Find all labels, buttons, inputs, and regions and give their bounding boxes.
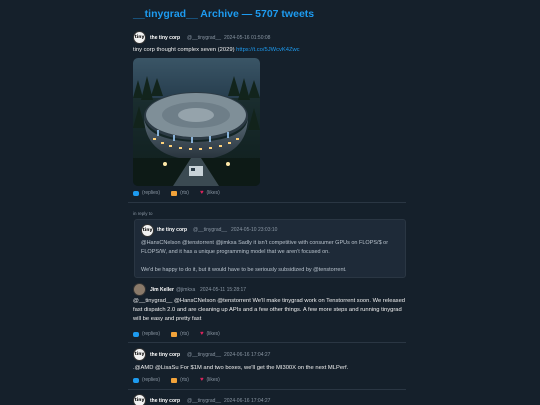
avatar[interactable]: tiny [141, 224, 154, 237]
replies-label: (replies) [142, 331, 161, 337]
speech-bubble-icon [133, 377, 139, 383]
author-handle[interactable]: @__tinygrad__ [193, 227, 227, 233]
timestamp[interactable]: 2024-06-16 17:04:27 [224, 398, 270, 404]
retweet-icon [171, 331, 178, 337]
speech-bubble-icon [133, 331, 139, 337]
rts-label: (rts) [180, 190, 189, 196]
page-title: __tinygrad__ Archive — 5707 tweets [133, 8, 315, 20]
avatar[interactable]: tiny [133, 31, 146, 44]
likes-label: (likes) [206, 331, 220, 337]
tweet-text: @__tinygrad__ @HansCNelson @tenstorrent … [133, 298, 406, 322]
retweet-button[interactable]: (rts) [171, 190, 189, 196]
author-handle[interactable]: @jimkxa [176, 287, 195, 293]
retweet-icon [171, 377, 178, 383]
rts-label: (rts) [180, 377, 189, 383]
like-button[interactable]: ♥ (likes) [199, 330, 220, 338]
author-handle[interactable]: @__tinygrad__ [187, 35, 221, 41]
retweet-button[interactable]: (rts) [171, 377, 189, 383]
replies-label: (replies) [142, 190, 161, 196]
datacenter-illustration [133, 58, 260, 186]
avatar[interactable]: tiny [133, 394, 146, 405]
author-handle[interactable]: @__tinygrad__ [187, 398, 221, 404]
author-name[interactable]: the tiny corp [150, 398, 180, 404]
likes-label: (likes) [206, 190, 220, 196]
reply-button[interactable]: (replies) [133, 190, 160, 196]
heart-icon: ♥ [199, 189, 204, 196]
reply-button[interactable]: (replies) [133, 331, 160, 337]
tweet-text: tiny corp thought complex seven (2029) h… [133, 46, 403, 55]
quoted-text: @HansCNelson @tenstorrent @jimkxa Sadly … [141, 240, 389, 255]
retweet-icon [171, 190, 178, 196]
tweet-text-body: tiny corp thought complex seven (2029) [133, 47, 237, 53]
timestamp[interactable]: 2024-06-16 17:04:27 [224, 352, 270, 358]
author-name[interactable]: the tiny corp [157, 227, 187, 233]
avatar[interactable]: tiny [133, 348, 146, 361]
replies-label: (replies) [142, 377, 161, 383]
timestamp[interactable]: 2024-05-16 01:50:08 [224, 35, 270, 41]
author-handle[interactable]: @__tinygrad__ [187, 352, 221, 358]
timestamp[interactable]: 2024-05-11 15:28:17 [200, 287, 246, 293]
tweet-text: .@AMD @LisaSu For $1M and two boxes, we'… [133, 365, 349, 371]
rts-label: (rts) [180, 331, 189, 337]
tweet-actions: (replies) (rts) ♥ (likes) [133, 331, 220, 337]
likes-label: (likes) [206, 377, 220, 383]
in-reply-label: in reply to [133, 211, 153, 216]
tweet-actions: (replies) (rts) ♥ (likes) [133, 190, 220, 196]
reply-button[interactable]: (replies) [133, 377, 160, 383]
tweet-image[interactable] [133, 58, 260, 186]
author-name[interactable]: Jim Keller [150, 287, 174, 293]
like-button[interactable]: ♥ (likes) [199, 189, 220, 197]
author-name[interactable]: the tiny corp [150, 35, 180, 41]
quoted-tweet[interactable]: tiny the tiny corp @__tinygrad__ 2024-05… [134, 219, 406, 278]
heart-icon: ♥ [199, 330, 204, 337]
archive-page: __tinygrad__ Archive — 5707 tweets tiny … [0, 0, 540, 405]
tweet-actions: (replies) (rts) ♥ (likes) [133, 377, 220, 383]
author-name[interactable]: the tiny corp [150, 352, 180, 358]
speech-bubble-icon [133, 190, 139, 196]
divider [128, 389, 406, 390]
tweet-link[interactable]: https://t.co/5JWcvK4Zwc [236, 47, 299, 53]
divider [128, 202, 406, 203]
retweet-button[interactable]: (rts) [171, 331, 189, 337]
divider [128, 342, 406, 343]
avatar[interactable] [133, 283, 146, 296]
timestamp[interactable]: 2024-05-10 23:03:10 [231, 227, 277, 233]
quoted-text-2: We'd be happy to do it, but it would hav… [141, 267, 347, 273]
like-button[interactable]: ♥ (likes) [199, 376, 220, 384]
heart-icon: ♥ [199, 376, 204, 383]
